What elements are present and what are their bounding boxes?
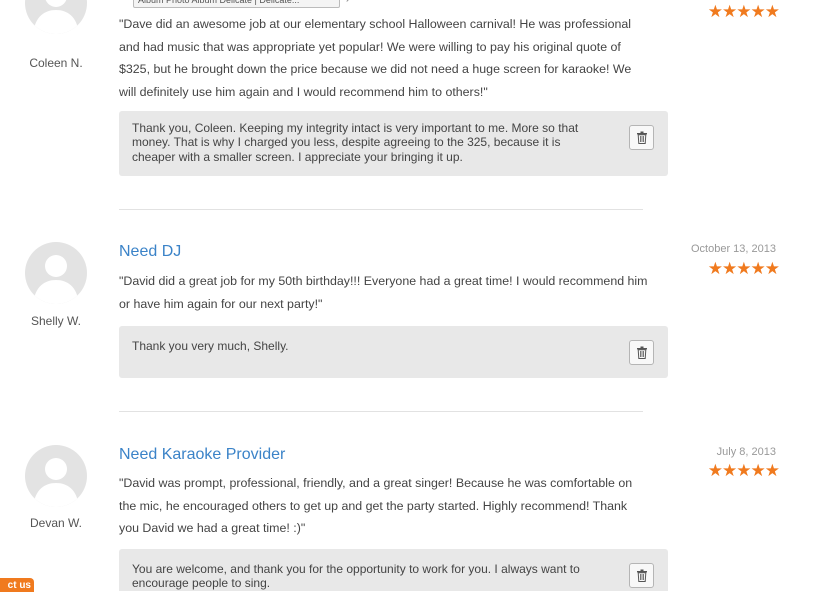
user-silhouette-icon [33, 458, 79, 507]
delete-reply-button[interactable] [629, 563, 654, 588]
trash-icon [636, 131, 647, 144]
contact-us-tab[interactable]: ct us [0, 578, 34, 592]
reviewer-name: Shelly W. [30, 314, 81, 328]
review-title[interactable]: Need Karaoke Provider [119, 446, 285, 464]
divider [119, 209, 643, 210]
star-rating: ★★★★★ [707, 461, 780, 480]
review-date: October 13, 2013 [690, 243, 776, 255]
reviewer-name: Coleen N. [29, 56, 83, 70]
avatar [25, 242, 87, 304]
photo-album-tag[interactable]: Album Photo Album Delicate | Delicate... [133, 0, 340, 8]
star-rating: ★★★★★ [707, 2, 780, 21]
review-text: "Dave did an awesome job at our elementa… [119, 17, 632, 99]
reply-box: You are welcome, and thank you for the o… [119, 549, 668, 591]
reply-text: Thank you, Coleen. Keeping my integrity … [132, 121, 579, 164]
avatar [25, 0, 87, 34]
divider [119, 411, 643, 412]
delete-reply-button[interactable] [629, 125, 654, 150]
user-silhouette-icon [33, 0, 79, 34]
reply-text: Thank you very much, Shelly. [132, 339, 289, 353]
avatar [25, 445, 87, 507]
contact-us-label: ct us [7, 580, 31, 591]
trash-icon [636, 569, 647, 582]
star-rating: ★★★★★ [707, 259, 780, 278]
review-title[interactable]: Need DJ [119, 243, 181, 261]
reply-box: Thank you, Coleen. Keeping my integrity … [119, 111, 668, 176]
reviewer-name: Devan W. [29, 516, 83, 530]
review-text: "David was prompt, professional, friendl… [119, 476, 633, 535]
trash-icon [636, 346, 647, 359]
tag-arrow-icon: ↗ [345, 0, 353, 5]
reply-box: Thank you very much, Shelly. [119, 326, 668, 378]
review-text: "David did a great job for my 50th birth… [119, 274, 648, 311]
reply-text: You are welcome, and thank you for the o… [132, 562, 580, 591]
review-date: July 8, 2013 [716, 446, 776, 458]
user-silhouette-icon [33, 255, 79, 304]
delete-reply-button[interactable] [629, 340, 654, 365]
